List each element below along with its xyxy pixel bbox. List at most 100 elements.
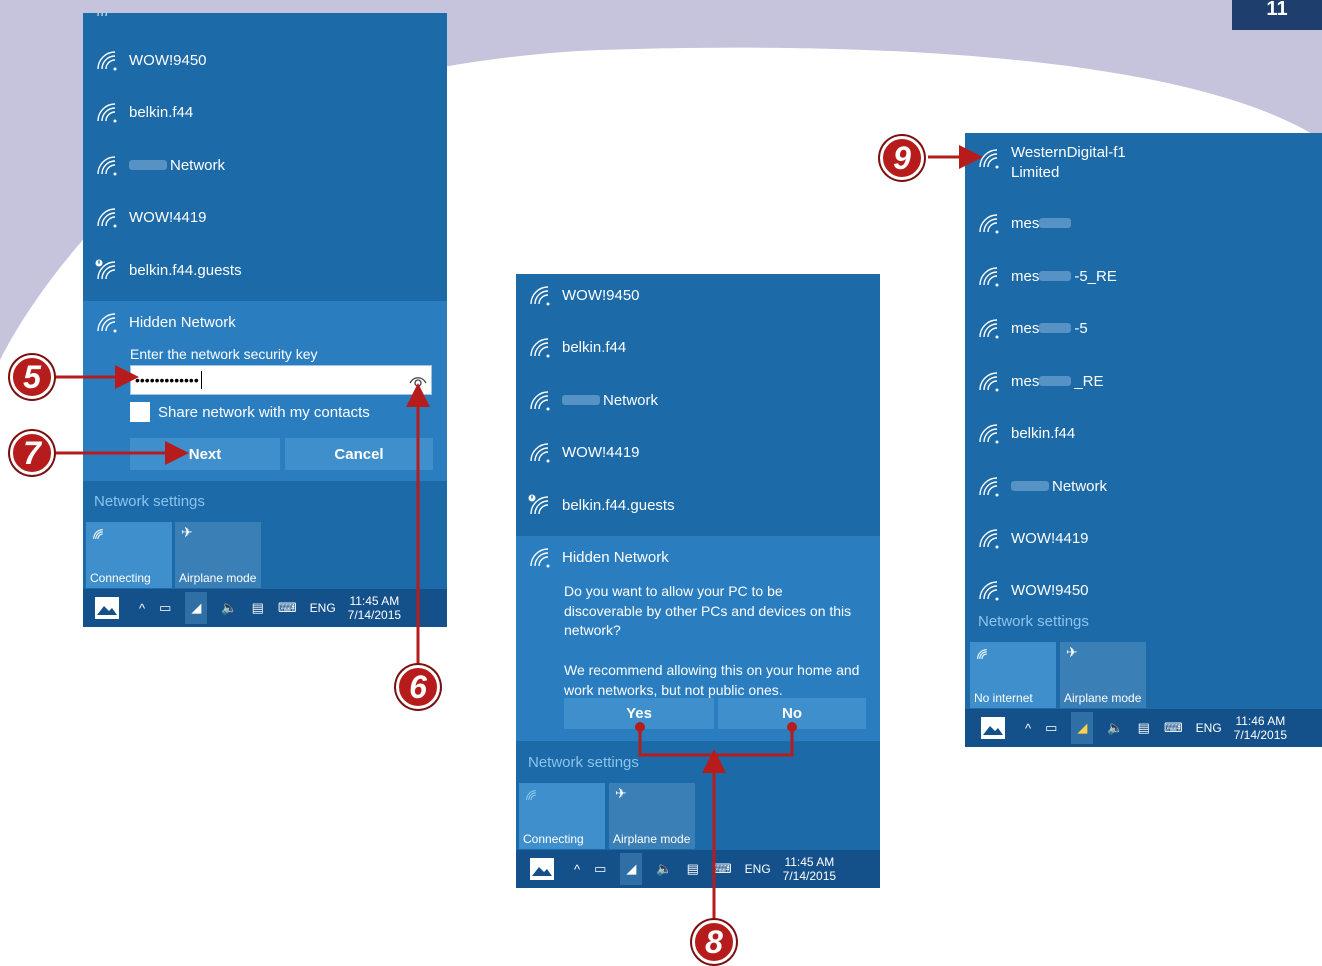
action-center-icon[interactable]: ▤ [687,861,699,877]
redacted-text [562,395,600,405]
network-item[interactable]: WOW!4419 [965,512,1322,564]
network-settings-link[interactable]: Network settings [528,754,639,771]
network-item[interactable]: WOW!9450 [516,274,880,321]
volume-icon[interactable]: 🔈 [656,861,672,877]
cancel-button[interactable]: Cancel [285,438,433,470]
next-button[interactable]: Next [130,438,280,470]
wifi-icon [979,372,999,392]
security-key-input[interactable]: ••••••••••••• [130,365,432,395]
callout-8: 8 [692,920,736,964]
network-item[interactable]: mes -5 [965,302,1322,354]
battery-icon[interactable]: ▭ [594,861,606,877]
network-item[interactable]: WOW!4419 [516,426,880,478]
network-item[interactable]: WOW!9450 [83,34,447,86]
hidden-network-header[interactable]: Hidden Network [516,531,880,583]
share-checkbox[interactable] [130,402,150,422]
network-suffix: -5 [1074,319,1088,337]
airplane-mode-tile[interactable]: ✈ Airplane mode [609,783,695,849]
wifi-warning-tray-icon[interactable]: ◢ [1071,712,1094,744]
chevron-up-icon[interactable]: ^ [1025,721,1031,736]
callout-7: 7 [10,431,54,475]
network-item[interactable] [83,13,447,27]
redacted-text [129,160,167,170]
keyboard-icon[interactable]: ⌨ [278,600,297,616]
airplane-mode-tile[interactable]: ✈ Airplane mode [1060,642,1146,708]
hidden-network-header[interactable]: Hidden Network [83,296,447,348]
network-name: WesternDigital-f1 [1011,144,1126,161]
network-item[interactable]: belkin.f44.guests [516,479,880,531]
network-item[interactable]: WOW!9450 [965,564,1322,616]
wifi-secured-warning-icon [528,494,549,515]
yes-button[interactable]: Yes [564,698,714,729]
network-item[interactable]: WOW!4419 [83,191,447,243]
security-key-value: ••••••••••••• [135,372,199,388]
callout-9: 9 [880,136,924,180]
wifi-tile[interactable]: No internet [970,642,1056,708]
network-item[interactable]: belkin.f44 [516,321,880,373]
network-item[interactable]: mes _RE [965,355,1322,407]
taskbar: ^ ▭ ◢ 🔈 ▤ ⌨ ENG 11:45 AM 7/14/2015 [516,850,880,888]
share-checkbox-row[interactable]: Share network with my contacts [130,402,370,422]
network-item[interactable]: Network [516,374,880,426]
battery-icon[interactable]: ▭ [159,600,171,616]
network-item[interactable]: mes [965,197,1322,249]
network-flyout-3: WesternDigital-f1 Limited mes mes -5_RE me… [965,133,1322,747]
network-item[interactable]: Network [965,460,1322,512]
volume-icon[interactable]: 🔈 [1107,720,1123,736]
language-indicator[interactable]: ENG [310,601,336,615]
network-item[interactable]: belkin.f44 [83,86,447,138]
wifi-icon [97,13,108,17]
photos-icon[interactable] [95,597,119,619]
clock[interactable]: 11:45 AM 7/14/2015 [783,855,836,883]
network-name: mes [1011,319,1040,337]
battery-icon[interactable]: ▭ [1045,720,1057,736]
photos-icon[interactable] [981,717,1005,739]
wifi-icon [530,548,550,568]
volume-icon[interactable]: 🔈 [221,600,237,616]
callout-6: 6 [396,665,440,709]
redacted-text [1039,323,1072,333]
chevron-up-icon[interactable]: ^ [574,862,580,877]
wifi-tray-icon[interactable]: ◢ [620,853,643,885]
wifi-icon [530,443,550,463]
language-indicator[interactable]: ENG [745,862,771,876]
taskbar: ^ ▭ ◢ 🔈 ▤ ⌨ ENG 11:46 AM 7/14/2015 [965,709,1322,747]
wifi-icon [979,319,999,339]
action-center-icon[interactable]: ▤ [1138,720,1150,736]
network-settings-link[interactable]: Network settings [978,613,1089,630]
chevron-up-icon[interactable]: ^ [139,601,145,616]
reveal-password-eye-icon[interactable] [409,374,427,388]
clock-time: 11:45 AM [784,855,835,869]
keyboard-icon[interactable]: ⌨ [713,861,732,877]
no-button[interactable]: No [718,698,866,729]
airplane-icon: ✈ [181,524,193,540]
wifi-tray-icon[interactable]: ◢ [185,592,208,624]
wifi-icon [979,149,999,169]
wifi-icon [979,267,999,287]
tile-label: Connecting [523,832,584,846]
redacted-text [1011,481,1049,491]
language-indicator[interactable]: ENG [1196,721,1222,735]
airplane-mode-tile[interactable]: ✈ Airplane mode [175,522,261,588]
keyboard-icon[interactable]: ⌨ [1164,720,1183,736]
clock[interactable]: 11:45 AM 7/14/2015 [348,594,401,622]
clock[interactable]: 11:46 AM 7/14/2015 [1234,714,1287,742]
clock-time: 11:46 AM [1235,714,1286,728]
wifi-tile[interactable]: Connecting [519,783,605,849]
wifi-icon [979,214,999,234]
network-item[interactable]: mes -5_RE [965,250,1322,302]
callout-number: 7 [23,434,41,471]
network-item[interactable]: belkin.f44 [965,407,1322,459]
photos-icon[interactable] [530,858,554,880]
network-item[interactable]: Network [83,139,447,191]
discoverable-question: Do you want to allow your PC to be disco… [564,583,852,638]
network-name: mes [1011,214,1040,232]
network-item[interactable]: belkin.f44.guests [83,244,447,296]
security-key-prompt: Enter the network security key [130,346,318,362]
network-settings-link[interactable]: Network settings [94,493,205,510]
connected-network-item[interactable]: WesternDigital-f1 Limited [965,143,1322,187]
tile-label: Airplane mode [179,571,257,585]
tile-label: Airplane mode [613,832,691,846]
action-center-icon[interactable]: ▤ [252,600,264,616]
wifi-tile[interactable]: Connecting [86,522,172,588]
